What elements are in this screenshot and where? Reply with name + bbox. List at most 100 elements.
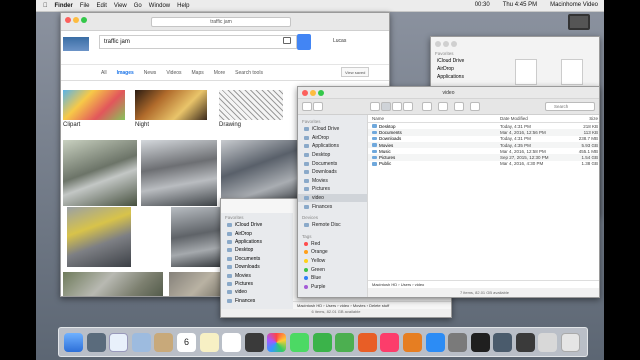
sidebar-item-movies[interactable]: Movies	[221, 271, 293, 279]
laptop-icon[interactable]	[568, 14, 590, 30]
image-result[interactable]	[67, 207, 131, 267]
table-row[interactable]: Public Mar 4, 2016, 4:30 PM 1.38 GB	[368, 161, 599, 167]
app-store-icon[interactable]	[425, 332, 445, 352]
imovie-icon[interactable]	[493, 332, 513, 352]
numbers-icon[interactable]	[335, 332, 355, 352]
messages-icon[interactable]	[289, 332, 309, 352]
path-segment[interactable]: Users	[401, 282, 411, 287]
tag-green[interactable]: Green	[298, 265, 367, 274]
final-cut-icon[interactable]	[515, 332, 535, 352]
tag-yellow[interactable]: Yellow	[298, 257, 367, 266]
image-result[interactable]	[63, 90, 125, 120]
sidebar-item-movies[interactable]: Movies	[298, 177, 367, 186]
image-result[interactable]	[63, 140, 137, 206]
zoom-button[interactable]	[81, 17, 87, 23]
menu-edit[interactable]: Edit	[97, 3, 107, 9]
maps-icon[interactable]	[244, 332, 264, 352]
keynote-icon[interactable]	[357, 332, 377, 352]
table-row[interactable]: Movies Today, 4:35 PM 5.93 GB	[368, 141, 599, 149]
menu-file[interactable]: File	[80, 3, 90, 9]
pdf-icon[interactable]	[561, 59, 583, 85]
zoom-button[interactable]	[318, 90, 324, 96]
tab-all[interactable]: All	[101, 70, 107, 76]
zoom-button[interactable]	[451, 41, 457, 47]
launchpad-icon[interactable]	[86, 332, 106, 352]
tag-orange[interactable]: Orange	[298, 248, 367, 257]
table-row[interactable]: Documents Mar 4, 2016, 12:56 PM 113 KB	[368, 129, 599, 136]
image-result[interactable]	[63, 272, 163, 296]
sidebar-item-downloads[interactable]: Downloads	[298, 168, 367, 177]
image-result[interactable]	[219, 90, 283, 120]
search-input[interactable]: traffic jam	[99, 35, 297, 49]
table-row[interactable]: Music Mar 4, 2016, 12:58 PM 455.1 MB	[368, 148, 599, 154]
image-result[interactable]	[221, 140, 297, 206]
camera-icon[interactable]	[283, 37, 291, 44]
sidebar-item-pictures[interactable]: Pictures	[221, 280, 293, 288]
sidebar-item-airdrop[interactable]: AirDrop	[298, 134, 367, 143]
system-preferences-icon[interactable]	[448, 332, 468, 352]
tag-red[interactable]: Red	[298, 240, 367, 249]
tag-blue[interactable]: Blue	[298, 274, 367, 283]
document-icon[interactable]	[515, 59, 537, 85]
sidebar-item-documents[interactable]: Documents	[221, 255, 293, 263]
sidebar-item-icloud[interactable]: iCloud Drive	[298, 125, 367, 134]
close-button[interactable]	[435, 41, 441, 47]
path-segment[interactable]: Macintosh HD	[372, 282, 397, 287]
apple-menu-icon[interactable]: 	[43, 3, 48, 9]
clock[interactable]: Thu 4:45 PM	[503, 2, 537, 8]
path-segment[interactable]: Users	[326, 303, 336, 308]
sidebar-item-applications[interactable]: Applications	[298, 142, 367, 151]
back-button[interactable]	[302, 102, 312, 111]
column-date[interactable]: Date Modified	[500, 116, 568, 121]
close-button[interactable]	[65, 17, 71, 23]
column-view-button[interactable]	[392, 102, 402, 111]
column-size[interactable]: Size	[568, 116, 598, 121]
tab-search-tools[interactable]: Search tools	[235, 70, 263, 76]
tag-purple[interactable]: Purple	[298, 283, 367, 292]
path-segment[interactable]: Macintosh HD	[297, 303, 322, 308]
address-bar[interactable]: traffic jam	[151, 17, 291, 27]
sidebar-item-pictures[interactable]: Pictures	[298, 185, 367, 194]
timer-status[interactable]: 00:30	[475, 2, 490, 8]
menu-help[interactable]: Help	[177, 3, 189, 9]
arrange-button[interactable]	[422, 102, 432, 111]
path-segment[interactable]: Movies	[353, 303, 366, 308]
menu-window[interactable]: Window	[149, 3, 170, 9]
contacts-icon[interactable]	[154, 332, 174, 352]
tab-maps[interactable]: Maps	[192, 70, 204, 76]
photos-icon[interactable]	[267, 332, 287, 352]
sidebar-item-airdrop[interactable]: AirDrop	[431, 64, 491, 72]
sidebar-item-documents[interactable]: Documents	[298, 159, 367, 168]
path-segment[interactable]: Delete stuff	[369, 303, 389, 308]
tab-videos[interactable]: Videos	[166, 70, 181, 76]
path-segment[interactable]: video	[340, 303, 350, 308]
image-result[interactable]	[135, 90, 207, 120]
notes-icon[interactable]	[199, 332, 219, 352]
reminders-icon[interactable]	[222, 332, 242, 352]
search-input[interactable]	[545, 102, 595, 111]
column-name[interactable]: Name	[368, 116, 500, 121]
logo-image[interactable]	[63, 37, 89, 51]
tab-images[interactable]: Images	[117, 70, 134, 76]
sidebar-item-icloud[interactable]: iCloud Drive	[431, 56, 491, 64]
search-button[interactable]	[297, 34, 311, 50]
path-segment[interactable]: video	[415, 282, 425, 287]
ibooks-icon[interactable]	[402, 332, 422, 352]
sidebar-item-applications[interactable]: Applications	[221, 238, 293, 246]
quicktime-icon[interactable]	[470, 332, 490, 352]
sidebar-item-applications[interactable]: Applications	[431, 72, 491, 80]
sidebar-item-desktop[interactable]: Desktop	[298, 151, 367, 160]
downloads-stack-icon[interactable]	[538, 332, 558, 352]
sidebar-item-downloads[interactable]: Downloads	[221, 263, 293, 271]
sidebar-item-video[interactable]: video	[221, 288, 293, 296]
list-view-button[interactable]	[381, 102, 391, 111]
view-saved-button[interactable]: View saved	[341, 67, 370, 77]
sidebar-item-finances[interactable]: Finances	[298, 202, 367, 211]
itunes-icon[interactable]	[380, 332, 400, 352]
table-row[interactable]: Desktop Today, 4:31 PM 218 KB	[368, 123, 599, 129]
sidebar-item-desktop[interactable]: Desktop	[221, 246, 293, 254]
safari-icon[interactable]	[109, 332, 129, 352]
menu-view[interactable]: View	[114, 3, 127, 9]
minimize-button[interactable]	[443, 41, 449, 47]
tab-more[interactable]: More	[214, 70, 225, 76]
